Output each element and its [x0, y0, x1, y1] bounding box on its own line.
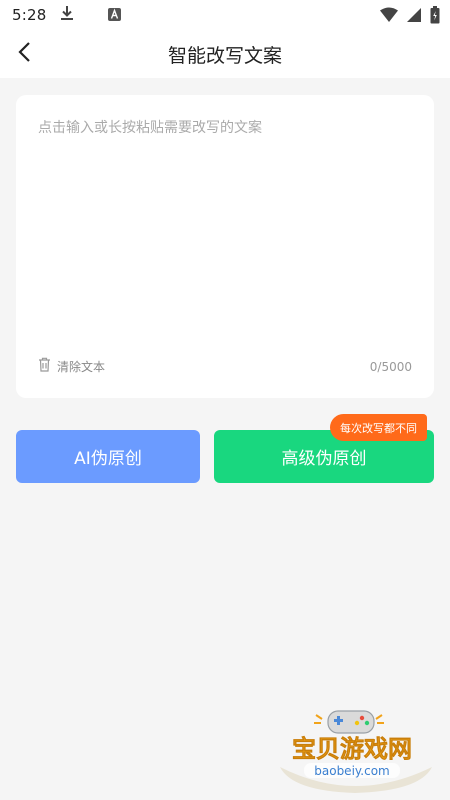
download-icon — [60, 5, 74, 25]
app-header: 智能改写文案 — [0, 30, 450, 78]
accessibility-icon — [108, 6, 122, 25]
status-time: 5:28 — [12, 6, 47, 24]
svg-text:宝贝游戏网: 宝贝游戏网 — [292, 735, 412, 763]
status-notification-icons — [60, 5, 122, 25]
ai-rewrite-button[interactable]: AI伪原创 — [16, 430, 200, 483]
ai-rewrite-button-label: AI伪原创 — [74, 449, 142, 469]
text-editor-card: 清除文本 0/5000 — [16, 95, 434, 398]
promo-badge: 每次改写都不同 — [330, 414, 427, 441]
watermark-logo: 宝贝游戏网 baobeiy.com — [270, 705, 440, 795]
clear-text-label: 清除文本 — [57, 360, 106, 374]
trash-icon — [38, 357, 51, 376]
back-arrow-icon — [17, 41, 31, 67]
advanced-rewrite-button-label: 高级伪原创 — [281, 449, 367, 469]
back-button[interactable] — [10, 40, 38, 68]
wifi-icon — [380, 7, 398, 27]
status-bar: 5:28 — [0, 0, 450, 30]
gamepad-icon — [327, 710, 375, 734]
promo-badge-label: 每次改写都不同 — [340, 421, 417, 435]
clear-text-button[interactable]: 清除文本 — [38, 357, 105, 376]
svg-text:baobeiy.com: baobeiy.com — [314, 764, 389, 778]
battery-icon — [430, 6, 440, 28]
char-counter: 0/5000 — [369, 360, 412, 374]
status-system-icons — [380, 6, 440, 28]
page-title: 智能改写文案 — [167, 44, 282, 67]
copywriting-input[interactable] — [38, 117, 412, 317]
signal-icon — [406, 7, 422, 27]
